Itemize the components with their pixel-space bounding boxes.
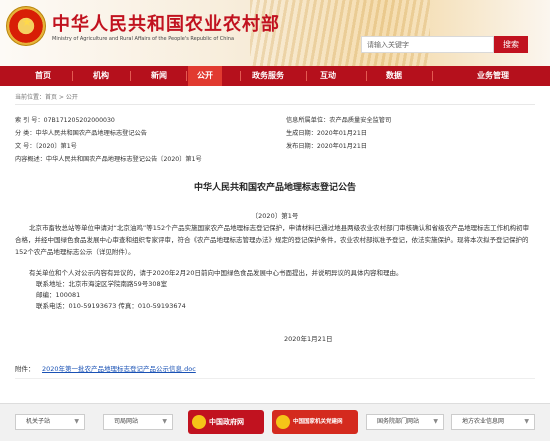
gov-emblem-icon	[192, 415, 206, 429]
footer-select-bureau-sites[interactable]: 司局网站 ▼	[103, 414, 173, 430]
main-nav: 首页 机构 新闻 公开 政务服务 互动 数据 业务管理	[0, 66, 550, 86]
nav-separator	[306, 71, 307, 81]
party-emblem-icon	[276, 414, 290, 429]
site-header: ★ 中华人民共和国农业农村部 Ministry of Agriculture a…	[0, 0, 550, 66]
document-paragraph: 北京市畜牧总站等单位申请对“北京油鸡”等152个产品实施国家农产品地理标志登记保…	[15, 224, 530, 256]
chevron-down-icon: ▼	[524, 418, 529, 425]
attachment-label: 附件：	[15, 365, 35, 373]
document-title: 中华人民共和国农产品地理标志登记公告	[193, 183, 356, 193]
document-date: 2020年1月21日	[284, 335, 333, 343]
meta-publish-date: 发布日期：2020年01月21日	[286, 143, 367, 150]
party-building-link[interactable]: 中国国家机关党建网	[272, 410, 358, 434]
nav-separator	[366, 71, 367, 81]
nav-institutions[interactable]: 机构	[76, 66, 126, 86]
chevron-down-icon: ▼	[433, 418, 438, 425]
document-paragraph: 有关单位和个人对公示内容有异议的，请于2020年2月20日前向中国绿色食品发展中…	[29, 269, 403, 277]
nav-home[interactable]: 首页	[18, 66, 68, 86]
contact-postcode: 邮编：100081	[36, 291, 81, 299]
attachment-link[interactable]: 2020年第一批农产品地理标志登记产品公示信息.doc	[42, 363, 196, 373]
meta-summary: 内容概述：中华人民共和国农产品地理标志登记公告〔2020〕第1号	[15, 156, 202, 163]
nav-data[interactable]: 数据	[370, 66, 418, 86]
breadcrumb[interactable]: 当前位置：首页 > 公开	[15, 92, 78, 101]
national-emblem-icon[interactable]: ★	[6, 6, 46, 46]
meta-effective-date: 生成日期：2020年01月21日	[286, 130, 367, 137]
document-number: 〔2020〕第1号	[251, 212, 299, 220]
nav-separator	[72, 71, 73, 81]
chevron-down-icon: ▼	[162, 418, 167, 425]
footer-links-bar: 机关子站 ▼ 司局网站 ▼ 中国政府网 中国国家机关党建网 国务院部门网站 ▼ …	[0, 403, 550, 441]
footer-select-state-council-sites[interactable]: 国务院部门网站 ▼	[366, 414, 444, 430]
footer-select-organ-sites[interactable]: 机关子站 ▼	[15, 414, 85, 430]
chevron-down-icon: ▼	[74, 418, 79, 425]
search-input[interactable]: 请输入关键字	[361, 36, 494, 53]
contact-address: 联系地址：北京市海淀区学院南路59号308室	[36, 280, 168, 288]
search-button[interactable]: 搜索	[494, 36, 528, 53]
gov-cn-link[interactable]: 中国政府网	[188, 410, 264, 434]
divider	[15, 378, 535, 379]
meta-index-no: 索 引 号：07B171205202000030	[15, 117, 115, 124]
footer-select-local-agri-sites[interactable]: 地方农业信息网 ▼	[451, 414, 535, 430]
nav-news[interactable]: 新闻	[134, 66, 184, 86]
nav-interaction[interactable]: 互动	[310, 66, 346, 86]
contact-phone: 联系电话：010-59193673 传真：010-59193674	[36, 302, 186, 310]
nav-separator	[186, 71, 187, 81]
meta-issuer: 信息所属单位：农产品质量安全监管司	[286, 117, 392, 124]
nav-separator	[432, 71, 433, 81]
meta-doc-no: 文 号：〔2020〕第1号	[15, 143, 77, 150]
nav-separator	[240, 71, 241, 81]
nav-separator	[130, 71, 131, 81]
site-title[interactable]: 中华人民共和国农业农村部	[52, 10, 280, 36]
divider	[15, 104, 535, 105]
meta-category: 分 类：中华人民共和国农产品地理标志登记公告	[15, 130, 147, 137]
nav-business-management[interactable]: 业务管理	[466, 66, 520, 86]
nav-public[interactable]: 公开	[188, 66, 222, 86]
site-subtitle: Ministry of Agriculture and Rural Affair…	[52, 36, 235, 42]
nav-government-services[interactable]: 政务服务	[244, 66, 292, 86]
